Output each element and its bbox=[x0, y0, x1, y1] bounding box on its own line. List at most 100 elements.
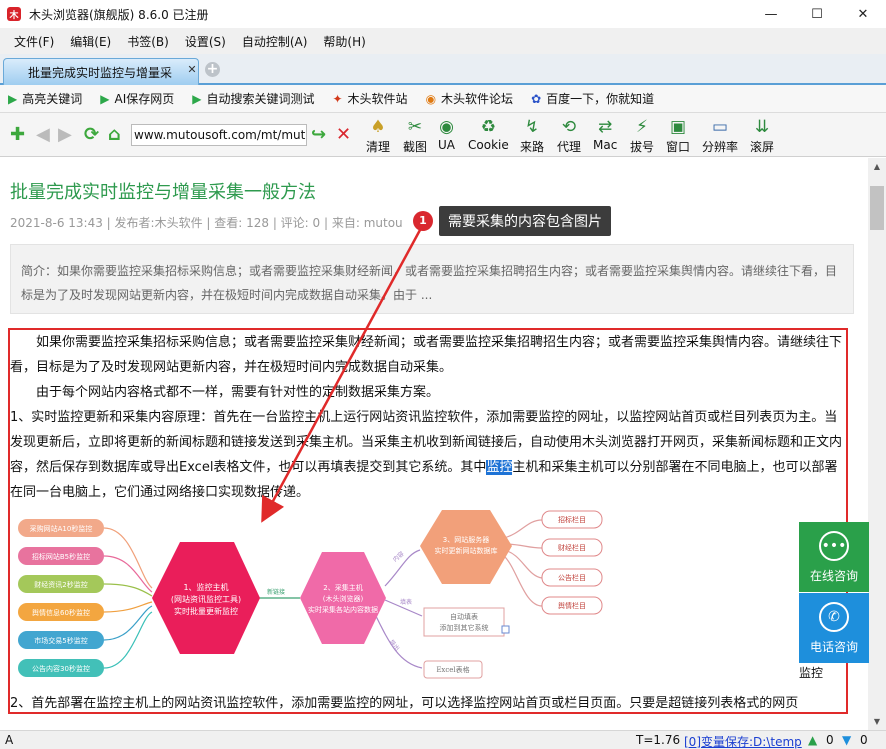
tool-label: 截图 bbox=[403, 140, 428, 154]
excel-label: Excel表格 bbox=[436, 665, 469, 674]
tool-label: 分辨率 bbox=[702, 140, 739, 154]
bookmark-label: 木头软件论坛 bbox=[441, 92, 514, 106]
new-tab-icon[interactable]: + bbox=[205, 62, 220, 77]
node-label: 市场交易5秒监控 bbox=[34, 636, 87, 645]
ua-button[interactable]: ◉ UA bbox=[438, 116, 455, 156]
clean-button[interactable]: ♠ 清理 bbox=[366, 116, 390, 156]
vertical-scrollbar[interactable]: ▲ ▼ bbox=[868, 158, 886, 730]
article-title: 批量完成实时监控与增量采集一般方法 bbox=[10, 182, 316, 203]
forward-icon[interactable]: ▶ bbox=[58, 124, 72, 145]
menu-file[interactable]: 文件(F) bbox=[6, 33, 62, 50]
bookmark-highlight-keywords[interactable]: ▶ 高亮关键词 bbox=[8, 90, 82, 107]
plug-icon: ⚡ bbox=[636, 117, 648, 137]
node-label: 财经资讯2秒监控 bbox=[34, 580, 87, 589]
resolution-button[interactable]: ▭ 分辨率 bbox=[702, 116, 738, 156]
menu-automation[interactable]: 自动控制(A) bbox=[234, 33, 316, 50]
tab-bar: 批量完成实时监控与增量采 ✕ + bbox=[0, 54, 886, 85]
window-title: 木头浏览器(旗舰版) 8.6.0 已注册 bbox=[29, 7, 209, 22]
bookmark-mutou-forum[interactable]: ◉ 木头软件论坛 bbox=[426, 90, 514, 107]
tab-active[interactable]: 批量完成实时监控与增量采 bbox=[3, 58, 199, 85]
tab-close-icon[interactable]: ✕ bbox=[185, 63, 199, 77]
bookmark-label: AI保存网页 bbox=[114, 92, 175, 106]
mac-button[interactable]: ⇄ Mac bbox=[593, 116, 617, 156]
hub-label: 1、监控主机 bbox=[183, 582, 228, 592]
play-icon: ▶ bbox=[192, 91, 202, 106]
hub-label: 2、采集主机 bbox=[323, 583, 362, 592]
scroll-down-icon: ⇊ bbox=[754, 117, 770, 137]
status-bar: A T=1.76 [0]变量保存:D:\temp ▲ 0 ▼ 0 bbox=[0, 730, 886, 749]
tool-label: 窗口 bbox=[666, 140, 691, 154]
scroll-up-icon[interactable]: ▲ bbox=[868, 158, 886, 175]
connector bbox=[103, 583, 153, 597]
auto-fill-label: 自动填表 bbox=[450, 612, 478, 621]
link-label: 新链接 bbox=[267, 588, 285, 596]
close-button[interactable]: ✕ bbox=[840, 0, 886, 28]
variable-save-link[interactable]: [0]变量保存:D:\temp bbox=[684, 733, 802, 749]
address-input[interactable]: www.mutousoft.com/mt/mutou bbox=[131, 124, 307, 146]
source-nodes: 采购网站A10秒监控 招标网站B5秒监控 财经资讯2秒监控 舆情信息60秒监控 … bbox=[18, 519, 104, 677]
auto-fill-label: 添加到其它系统 bbox=[440, 623, 489, 632]
article-summary: 简介：如果你需要监控采集招标采购信息；或者需要监控采集财经新闻，或者需要监控采集… bbox=[10, 244, 854, 314]
tool-label: UA bbox=[438, 138, 455, 152]
referer-button[interactable]: ↯ 来路 bbox=[520, 116, 544, 156]
paragraph-intro: 如果你需要监控采集招标采购信息；或者需要监控采集财经新闻；或者需要监控采集招聘招… bbox=[10, 335, 843, 375]
status-left: A bbox=[5, 733, 14, 747]
bookmark-auto-search[interactable]: ▶ 自动搜索关键词测试 bbox=[192, 90, 314, 107]
hub-label: 实时更新网站数据库 bbox=[435, 546, 498, 555]
refresh-icon[interactable]: ⟳ bbox=[84, 124, 99, 145]
play-icon: ▶ bbox=[8, 91, 18, 106]
menu-bookmarks[interactable]: 书签(B) bbox=[119, 33, 177, 50]
workflow-diagram: 采购网站A10秒监控 招标网站B5秒监控 财经资讯2秒监控 舆情信息60秒监控 … bbox=[18, 510, 603, 679]
bookmark-baidu[interactable]: ✿ 百度一下，你就知道 bbox=[531, 90, 654, 107]
window-icon: ▣ bbox=[669, 117, 687, 137]
menu-edit[interactable]: 编辑(E) bbox=[62, 33, 119, 50]
node-label: 公告内容30秒监控 bbox=[32, 664, 90, 673]
maximize-button[interactable]: ☐ bbox=[794, 0, 840, 28]
scroll-thumb[interactable] bbox=[870, 186, 884, 230]
tab-label: 批量完成实时监控与增量采 bbox=[28, 65, 173, 80]
bookmark-label: 百度一下，你就知道 bbox=[546, 92, 655, 106]
menu-help[interactable]: 帮助(H) bbox=[315, 33, 373, 50]
go-icon[interactable]: ↪ bbox=[311, 124, 326, 145]
mutou-logo-icon: ✦ bbox=[332, 91, 343, 106]
add-icon[interactable]: ✚ bbox=[10, 124, 25, 145]
phone-icon: ✆ bbox=[819, 601, 849, 632]
phone-consult-button[interactable]: ✆ 电话咨询 bbox=[799, 593, 869, 663]
chat-icon: ••• bbox=[819, 530, 849, 561]
route-icon: ↯ bbox=[524, 117, 540, 137]
tool-label: Mac bbox=[593, 138, 618, 152]
stop-icon[interactable]: ✕ bbox=[336, 124, 351, 145]
callout-text: 需要采集的内容包含图片 bbox=[439, 206, 611, 236]
target-columns: 招标栏目 财经栏目 公告栏目 舆情栏目 bbox=[541, 510, 603, 615]
column-label: 舆情栏目 bbox=[558, 601, 586, 610]
node-label: 采购网站A10秒监控 bbox=[30, 524, 93, 533]
column-label: 公告栏目 bbox=[558, 573, 586, 582]
callout-number: 1 bbox=[413, 211, 433, 231]
cookie-button[interactable]: ♻ Cookie bbox=[468, 116, 509, 156]
column-label: 财经栏目 bbox=[558, 543, 586, 552]
page-content[interactable]: 批量完成实时监控与增量采集一般方法 2021-8-6 13:43 | 发布者:木… bbox=[0, 158, 868, 730]
forum-icon: ◉ bbox=[425, 91, 437, 106]
paragraph-step2: 2、首先部署在监控主机上的网站资讯监控软件，添加需要监控的网址，可以选择监控网站… bbox=[10, 696, 799, 711]
dial-button[interactable]: ⚡ 拔号 bbox=[630, 116, 654, 156]
minimize-button[interactable]: — bbox=[748, 0, 794, 28]
bookmark-ai-save[interactable]: ▶ AI保存网页 bbox=[100, 90, 174, 107]
menu-settings[interactable]: 设置(S) bbox=[177, 33, 234, 50]
column-label: 招标栏目 bbox=[558, 515, 586, 524]
scroll-down-arrow-icon[interactable]: ▼ bbox=[868, 713, 886, 730]
annotation-callout: 1 需要采集的内容包含图片 bbox=[413, 206, 611, 236]
proxy-icon: ⟲ bbox=[561, 117, 577, 137]
scroll-button[interactable]: ⇊ 滚屏 bbox=[750, 116, 774, 156]
bookmark-label: 木头软件站 bbox=[347, 92, 408, 106]
window-button[interactable]: ▣ 窗口 bbox=[666, 116, 690, 156]
status-time: T=1.76 bbox=[636, 733, 681, 747]
hub-label: 3、网站服务器 bbox=[443, 535, 489, 544]
proxy-button[interactable]: ⟲ 代理 bbox=[557, 116, 581, 156]
screenshot-button[interactable]: ✂ 截图 bbox=[403, 116, 427, 156]
bookmark-mutou-site[interactable]: ✦ 木头软件站 bbox=[332, 90, 407, 107]
back-icon[interactable]: ◀ bbox=[36, 124, 50, 145]
online-consult-button[interactable]: ••• 在线咨询 bbox=[799, 522, 869, 592]
play-icon: ▶ bbox=[100, 91, 110, 106]
home-icon[interactable]: ⌂ bbox=[108, 124, 121, 145]
article-meta: 2021-8-6 13:43 | 发布者:木头软件 | 查看: 128 | 评论… bbox=[10, 216, 403, 230]
